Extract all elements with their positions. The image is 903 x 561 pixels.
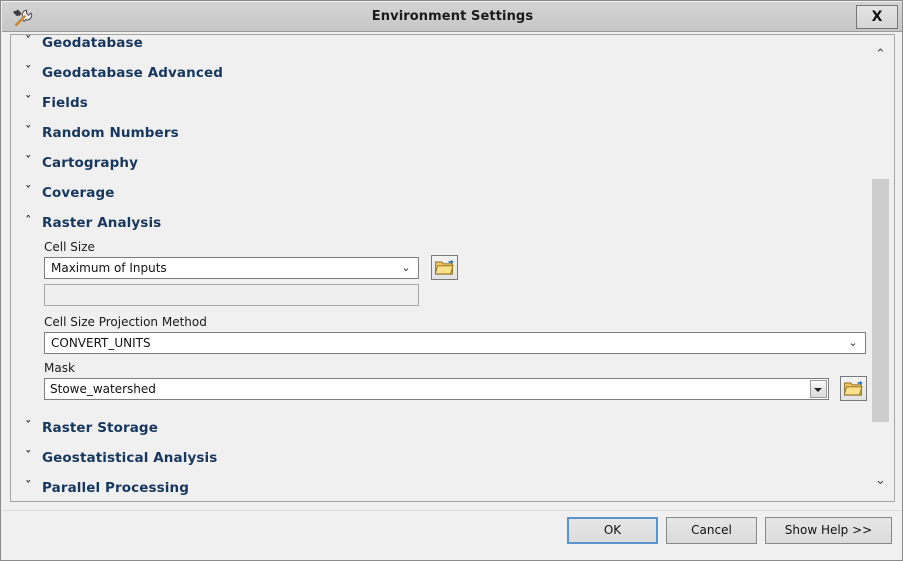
chevron-down-icon: ˇ — [25, 480, 32, 495]
section-fields: ˇ Fields — [11, 88, 866, 118]
section-label: Geodatabase — [42, 35, 143, 51]
chevron-down-icon: ˇ — [25, 185, 32, 200]
section-label: Parallel Processing — [42, 480, 190, 496]
cell-size-row: Maximum of Inputs ⌄ — [44, 255, 866, 284]
section-label: Coverage — [42, 185, 115, 201]
environment-settings-dialog: Environment Settings X ˇ Geodatabase ˇ G… — [0, 0, 903, 561]
section-header-geodatabase-advanced[interactable]: ˇ Geodatabase Advanced — [11, 58, 866, 88]
section-header-raster-storage[interactable]: ˇ Raster Storage — [11, 413, 866, 443]
section-label: Geodatabase Advanced — [42, 65, 223, 81]
section-label: Fields — [42, 95, 88, 111]
mask-browse-button[interactable] — [840, 376, 867, 401]
section-header-random-numbers[interactable]: ˇ Random Numbers — [11, 118, 866, 148]
close-button[interactable]: X — [856, 5, 898, 29]
chevron-up-icon: ˆ — [25, 215, 32, 230]
section-label: Geostatistical Analysis — [42, 450, 218, 466]
cell-size-combobox[interactable]: Maximum of Inputs ⌄ — [44, 257, 419, 279]
cell-size-projection-method-row: CONVERT_UNITS ⌄ — [44, 332, 866, 361]
settings-list: ˇ Geodatabase ˇ Geodatabase Advanced ˇ F… — [11, 35, 867, 501]
title-bar: Environment Settings X — [2, 2, 902, 32]
chevron-down-icon[interactable]: ⌄ — [846, 333, 860, 353]
section-cartography: ˇ Cartography — [11, 148, 866, 178]
triangle-down-icon — [814, 388, 822, 392]
cell-size-value: Maximum of Inputs — [51, 261, 167, 275]
chevron-down-icon: ˇ — [25, 450, 32, 465]
mask-value: Stowe_watershed — [50, 382, 156, 396]
section-header-cartography[interactable]: ˇ Cartography — [11, 148, 866, 178]
folder-browse-icon — [844, 380, 863, 396]
section-header-geodatabase[interactable]: ˇ Geodatabase — [11, 35, 866, 58]
section-raster-storage: ˇ Raster Storage — [11, 413, 866, 443]
mask-dropdown-button[interactable] — [810, 380, 827, 398]
chevron-down-icon: ˇ — [25, 35, 32, 50]
section-header-fields[interactable]: ˇ Fields — [11, 88, 866, 118]
raster-analysis-body: Cell Size Maximum of Inputs ⌄ Cell Size … — [11, 238, 867, 409]
chevron-down-icon: ˇ — [25, 420, 32, 435]
section-geodatabase: ˇ Geodatabase — [11, 35, 866, 58]
cell-size-projection-method-label: Cell Size Projection Method — [44, 315, 207, 329]
section-header-coverage[interactable]: ˇ Coverage — [11, 178, 866, 208]
mask-label: Mask — [44, 361, 75, 375]
settings-scroll-area: ˇ Geodatabase ˇ Geodatabase Advanced ˇ F… — [10, 34, 895, 502]
chevron-down-icon: ˇ — [25, 125, 32, 140]
ok-button[interactable]: OK — [567, 517, 658, 544]
section-label: Raster Storage — [42, 420, 158, 436]
cell-size-projection-method-value: CONVERT_UNITS — [51, 336, 151, 350]
vertical-scrollbar[interactable]: ⌃ ⌄ — [867, 34, 895, 502]
scrollbar-thumb[interactable] — [872, 179, 889, 422]
mask-row: Stowe_watershed — [44, 376, 867, 409]
section-label: Random Numbers — [42, 125, 179, 141]
window-title: Environment Settings — [371, 9, 534, 24]
section-header-raster-analysis[interactable]: ˆ Raster Analysis — [11, 208, 866, 238]
section-coverage: ˇ Coverage — [11, 178, 866, 208]
scroll-up-arrow-icon[interactable]: ⌃ — [867, 41, 894, 69]
section-parallel-processing: ˇ Parallel Processing — [11, 473, 866, 501]
section-geostatistical-analysis: ˇ Geostatistical Analysis — [11, 443, 866, 473]
section-geodatabase-advanced: ˇ Geodatabase Advanced — [11, 58, 866, 88]
cancel-button[interactable]: Cancel — [666, 517, 757, 544]
section-random-numbers: ˇ Random Numbers — [11, 118, 866, 148]
cell-size-projection-method-combobox[interactable]: CONVERT_UNITS ⌄ — [44, 332, 866, 354]
chevron-down-icon: ˇ — [25, 155, 32, 170]
chevron-down-icon: ˇ — [25, 95, 32, 110]
chevron-down-icon: ˇ — [25, 65, 32, 80]
mask-combobox[interactable]: Stowe_watershed — [44, 378, 829, 400]
section-label: Cartography — [42, 155, 139, 171]
section-header-parallel-processing[interactable]: ˇ Parallel Processing — [11, 473, 866, 501]
section-label: Raster Analysis — [42, 215, 162, 231]
cell-size-custom-row — [44, 284, 866, 315]
folder-browse-icon — [435, 259, 454, 275]
cell-size-label: Cell Size — [44, 240, 95, 254]
cell-size-custom-input[interactable] — [44, 284, 419, 306]
show-help-button[interactable]: Show Help >> — [765, 517, 892, 544]
dialog-button-bar: OK Cancel Show Help >> — [2, 510, 902, 560]
chevron-down-icon[interactable]: ⌄ — [399, 258, 413, 278]
section-raster-analysis: ˆ Raster Analysis Cell Size Maximum of I… — [11, 208, 867, 409]
section-header-geostatistical-analysis[interactable]: ˇ Geostatistical Analysis — [11, 443, 866, 473]
cell-size-browse-button[interactable] — [431, 255, 458, 280]
scroll-down-arrow-icon[interactable]: ⌄ — [867, 467, 894, 495]
